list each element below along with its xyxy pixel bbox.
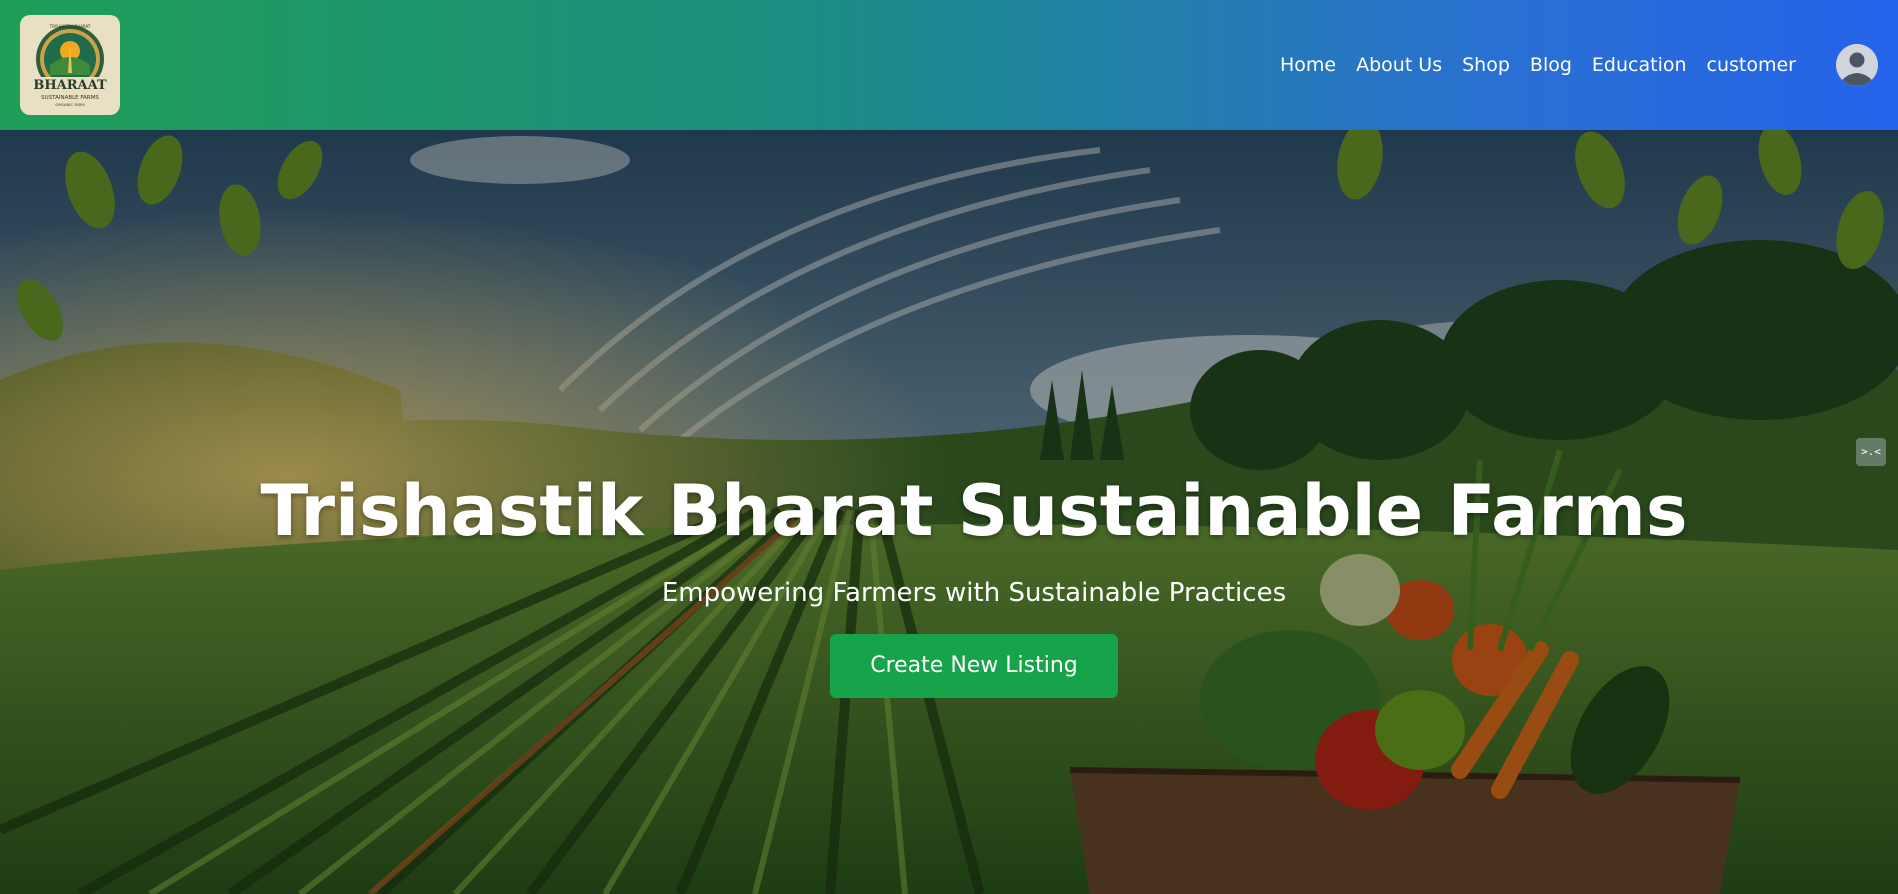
collapse-icon[interactable]: >.< — [1856, 438, 1886, 466]
svg-text:BHARAAT: BHARAAT — [33, 78, 107, 93]
hero-section: Trishastik Bharat Sustainable Farms Empo… — [0, 130, 1898, 894]
hero-subtitle: Empowering Farmers with Sustainable Prac… — [661, 578, 1287, 608]
hero-content: Trishastik Bharat Sustainable Farms Empo… — [0, 470, 1898, 698]
site-header: BHARAAT SUSTAINABLE FARMS ORGANIC FARM T… — [0, 0, 1898, 130]
svg-text:TRISHASTIK BHARAT: TRISHASTIK BHARAT — [49, 24, 91, 29]
nav-home[interactable]: Home — [1280, 54, 1336, 76]
user-avatar[interactable] — [1836, 44, 1878, 86]
create-new-listing-button[interactable]: Create New Listing — [830, 634, 1118, 698]
svg-text:ORGANIC FARM: ORGANIC FARM — [55, 102, 84, 107]
nav-blog[interactable]: Blog — [1530, 54, 1572, 76]
nav-customer[interactable]: customer — [1707, 54, 1796, 76]
nav-education[interactable]: Education — [1592, 54, 1687, 76]
brand-logo[interactable]: BHARAAT SUSTAINABLE FARMS ORGANIC FARM T… — [20, 15, 120, 115]
svg-text:SUSTAINABLE FARMS: SUSTAINABLE FARMS — [41, 95, 99, 101]
user-avatar-icon — [1836, 44, 1878, 86]
main-nav: Home About Us Shop Blog Education custom… — [1280, 44, 1878, 86]
hero-title: Trishastik Bharat Sustainable Farms — [260, 470, 1688, 552]
brand-logo-emblem-icon: BHARAAT SUSTAINABLE FARMS ORGANIC FARM T… — [33, 24, 107, 107]
nav-shop[interactable]: Shop — [1462, 54, 1510, 76]
nav-about-us[interactable]: About Us — [1356, 54, 1442, 76]
